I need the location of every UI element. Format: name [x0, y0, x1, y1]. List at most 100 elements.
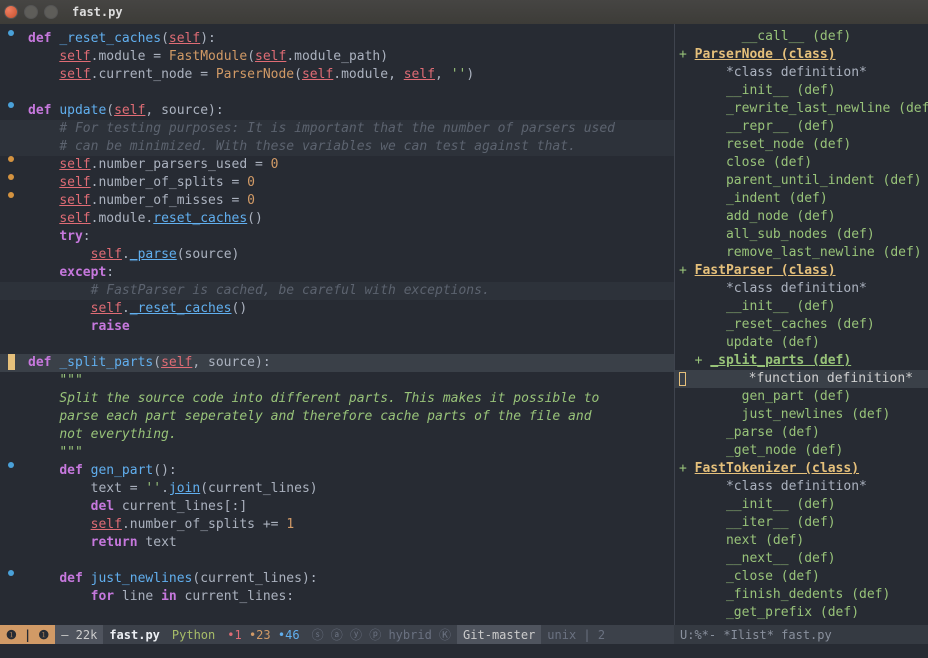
code-content: return text	[22, 534, 674, 552]
modeline-position: — 22k	[55, 625, 103, 644]
code-line[interactable]: self.number_parsers_used = 0	[0, 156, 674, 174]
imenu-item[interactable]: __init__ (def)	[675, 496, 928, 514]
code-content: for line in current_lines:	[22, 588, 674, 606]
modeline-left: ❶ | ❶ — 22k fast.py Python •1 •23 •46 ⓢ …	[0, 625, 674, 644]
imenu-item[interactable]: just_newlines (def)	[675, 406, 928, 424]
code-content: def update(self, source):	[22, 102, 674, 120]
code-editor[interactable]: def _reset_caches(self): self.module = F…	[0, 24, 674, 625]
window-close-button[interactable]	[4, 5, 18, 19]
code-line[interactable]: parse each part seperately and therefore…	[0, 408, 674, 426]
imenu-item[interactable]: + _split_parts (def)	[675, 352, 928, 370]
window-minimize-button[interactable]	[24, 5, 38, 19]
code-content: def gen_part():	[22, 462, 674, 480]
imenu-item[interactable]: close (def)	[675, 154, 928, 172]
window-title: fast.py	[72, 5, 123, 19]
code-line[interactable]: self.module = FastModule(self.module_pat…	[0, 48, 674, 66]
imenu-item[interactable]: next (def)	[675, 532, 928, 550]
imenu-item[interactable]: _finish_dedents (def)	[675, 586, 928, 604]
imenu-item[interactable]: update (def)	[675, 334, 928, 352]
code-line[interactable]: self.number_of_splits = 0	[0, 174, 674, 192]
imenu-panel[interactable]: __call__ (def)+ ParserNode (class) *clas…	[674, 24, 928, 625]
code-line[interactable]: # FastParser is cached, be careful with …	[0, 282, 674, 300]
cursor-icon	[679, 372, 686, 386]
code-line[interactable]: del current_lines[:]	[0, 498, 674, 516]
gutter	[0, 174, 22, 180]
code-line[interactable]: def _reset_caches(self):	[0, 30, 674, 48]
imenu-item[interactable]: *class definition*	[675, 478, 928, 496]
code-line[interactable]: not everything.	[0, 426, 674, 444]
marker-icon	[8, 570, 14, 576]
code-line[interactable]: self.number_of_misses = 0	[0, 192, 674, 210]
code-content: not everything.	[22, 426, 674, 444]
code-line[interactable]: def update(self, source):	[0, 102, 674, 120]
code-content: text = ''.join(current_lines)	[22, 480, 674, 498]
imenu-item[interactable]: _rewrite_last_newline (def)	[675, 100, 928, 118]
modeline-minor-modes: ⓢ ⓐ ⓨ ⓟ hybrid Ⓚ	[306, 625, 457, 644]
echo-area	[0, 644, 928, 658]
imenu-item[interactable]: _reset_caches (def)	[675, 316, 928, 334]
code-line[interactable]	[0, 84, 674, 102]
imenu-item[interactable]: __repr__ (def)	[675, 118, 928, 136]
code-line[interactable]: # can be minimized. With these variables…	[0, 138, 674, 156]
marker-icon	[8, 30, 14, 36]
imenu-item[interactable]: + FastTokenizer (class)	[675, 460, 928, 478]
imenu-item[interactable]: add_node (def)	[675, 208, 928, 226]
code-line[interactable]: self.number_of_splits += 1	[0, 516, 674, 534]
modeline-major-mode: Python	[166, 625, 221, 644]
imenu-item[interactable]: __iter__ (def)	[675, 514, 928, 532]
imenu-item[interactable]: _get_node (def)	[675, 442, 928, 460]
code-line[interactable]	[0, 336, 674, 354]
code-line[interactable]: """	[0, 372, 674, 390]
modeline-vc: Git-master	[457, 625, 541, 644]
code-line[interactable]: # For testing purposes: It is important …	[0, 120, 674, 138]
warning-marker-icon	[8, 174, 14, 180]
code-content: """	[22, 444, 674, 462]
imenu-item[interactable]: __init__ (def)	[675, 82, 928, 100]
code-line[interactable]: def gen_part():	[0, 462, 674, 480]
code-line[interactable]: self._reset_caches()	[0, 300, 674, 318]
code-line[interactable]: Split the source code into different par…	[0, 390, 674, 408]
imenu-item[interactable]: _indent (def)	[675, 190, 928, 208]
imenu-item[interactable]: *function definition*	[675, 370, 928, 388]
imenu-item[interactable]: + ParserNode (class)	[675, 46, 928, 64]
imenu-item[interactable]: gen_part (def)	[675, 388, 928, 406]
code-line[interactable]: try:	[0, 228, 674, 246]
modeline-filename: fast.py	[103, 625, 166, 644]
imenu-item[interactable]: parent_until_indent (def)	[675, 172, 928, 190]
code-line[interactable]: def _split_parts(self, source):	[0, 354, 674, 372]
code-line[interactable]: except:	[0, 264, 674, 282]
code-line[interactable]: for line in current_lines:	[0, 588, 674, 606]
imenu-item[interactable]: reset_node (def)	[675, 136, 928, 154]
imenu-item[interactable]: *class definition*	[675, 64, 928, 82]
code-content: self._parse(source)	[22, 246, 674, 264]
gutter	[0, 570, 22, 576]
imenu-item[interactable]: all_sub_nodes (def)	[675, 226, 928, 244]
code-content: self.module.reset_caches()	[22, 210, 674, 228]
modeline-right: U:%*- *Ilist* fast.py	[674, 625, 928, 644]
code-line[interactable]: raise	[0, 318, 674, 336]
code-line[interactable]: self._parse(source)	[0, 246, 674, 264]
imenu-item[interactable]: __init__ (def)	[675, 298, 928, 316]
code-line[interactable]: self.module.reset_caches()	[0, 210, 674, 228]
imenu-item[interactable]: _get_prefix (def)	[675, 604, 928, 622]
code-line[interactable]	[0, 552, 674, 570]
imenu-item[interactable]: _close (def)	[675, 568, 928, 586]
gutter	[0, 30, 22, 36]
code-line[interactable]: self.current_node = ParserNode(self.modu…	[0, 66, 674, 84]
code-content: def just_newlines(current_lines):	[22, 570, 674, 588]
imenu-item[interactable]: __call__ (def)	[675, 28, 928, 46]
marker-icon	[8, 462, 14, 468]
code-line[interactable]: """	[0, 444, 674, 462]
window-maximize-button[interactable]	[44, 5, 58, 19]
code-line[interactable]: def just_newlines(current_lines):	[0, 570, 674, 588]
imenu-item[interactable]: *class definition*	[675, 280, 928, 298]
imenu-item[interactable]: __next__ (def)	[675, 550, 928, 568]
code-content: def _reset_caches(self):	[22, 30, 674, 48]
imenu-item[interactable]: _parse (def)	[675, 424, 928, 442]
code-line[interactable]: return text	[0, 534, 674, 552]
gutter	[0, 192, 22, 198]
imenu-item[interactable]: + FastParser (class)	[675, 262, 928, 280]
code-content: self.number_of_misses = 0	[22, 192, 674, 210]
code-line[interactable]: text = ''.join(current_lines)	[0, 480, 674, 498]
imenu-item[interactable]: remove_last_newline (def)	[675, 244, 928, 262]
